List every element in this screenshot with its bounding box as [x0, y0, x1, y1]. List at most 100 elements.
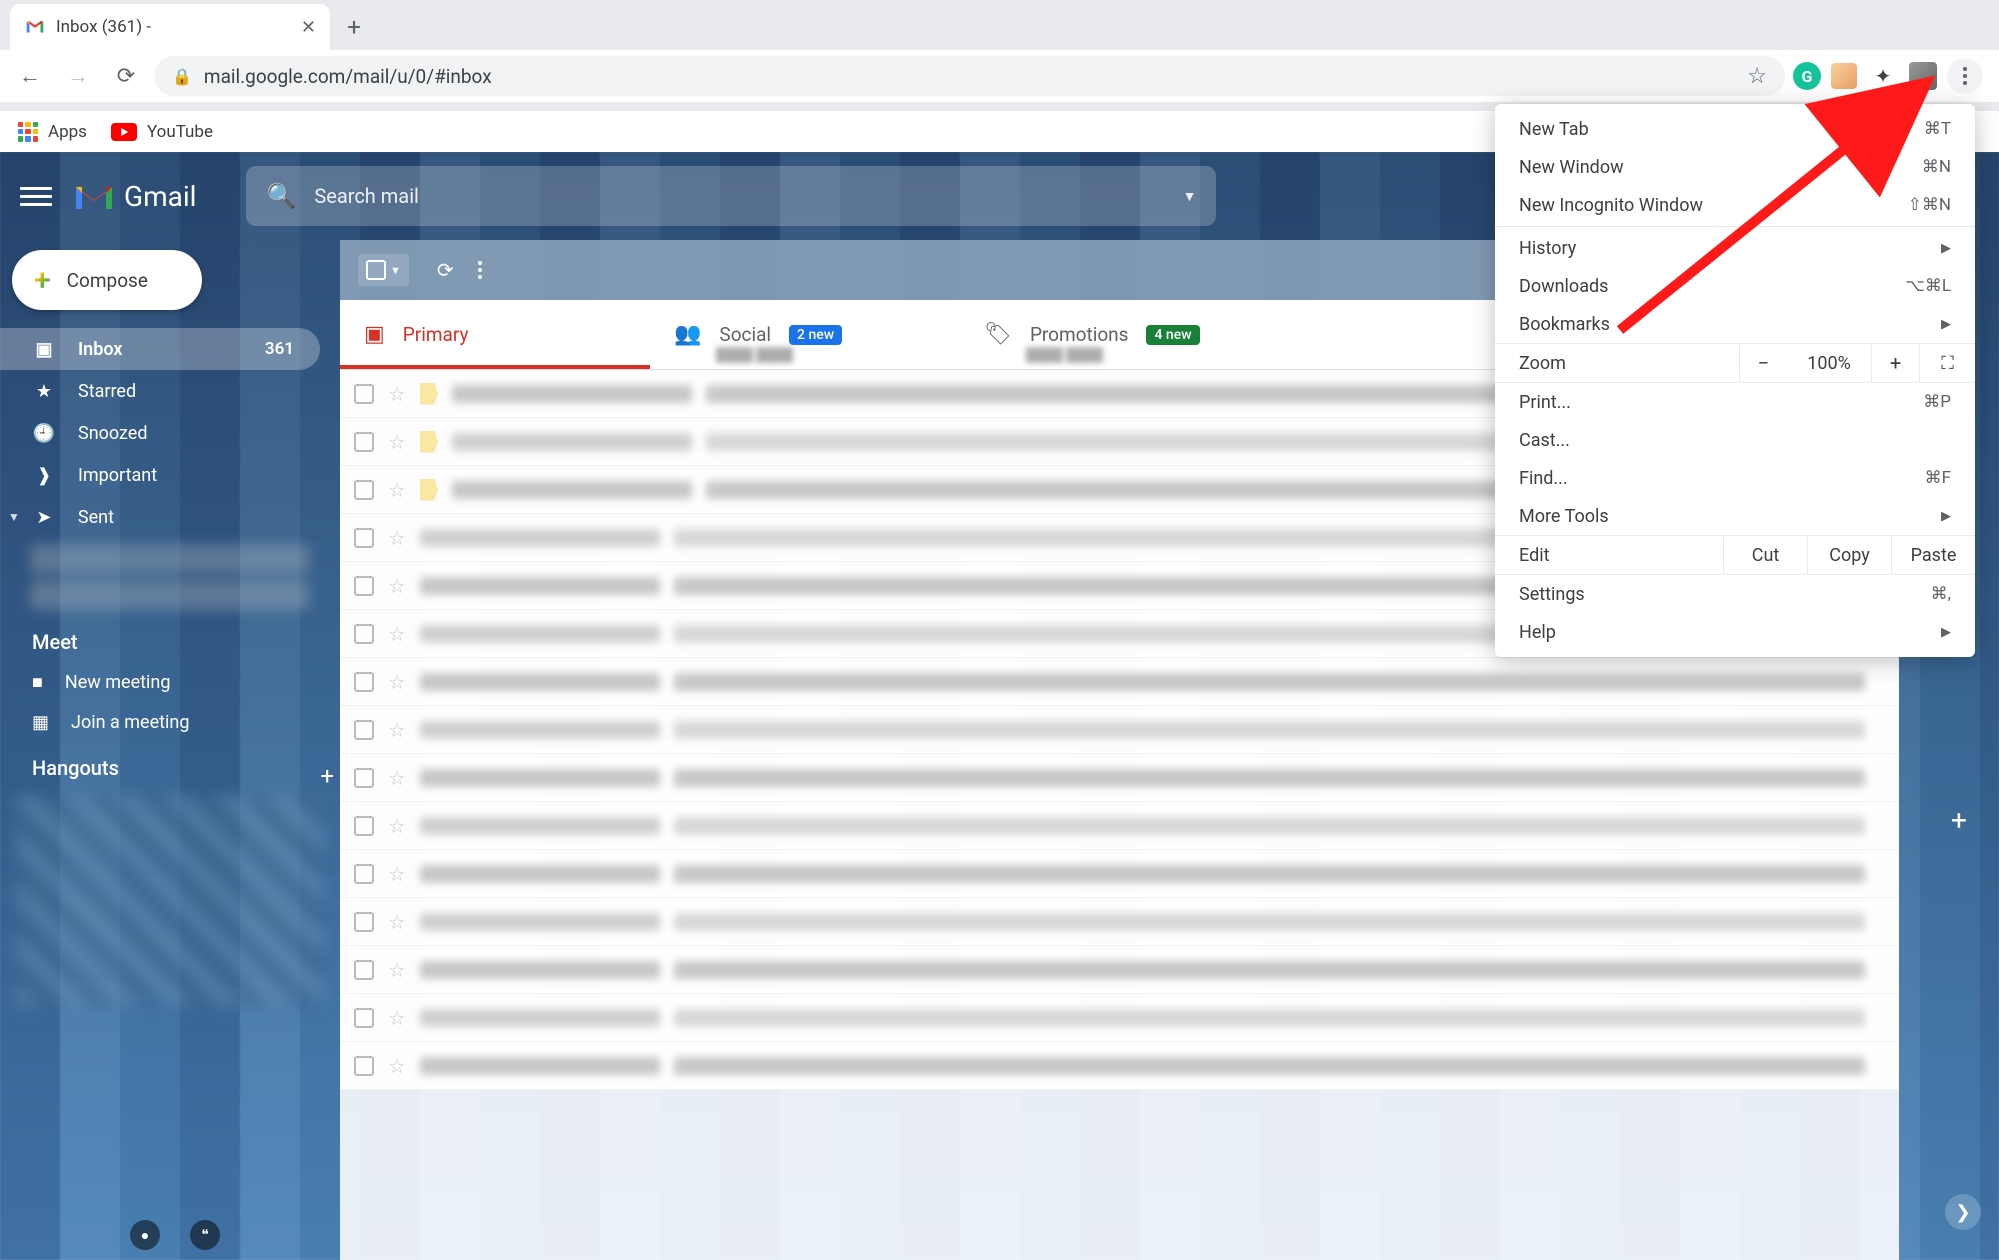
chevron-down-icon[interactable]: ▼ [390, 264, 401, 277]
menu-cast[interactable]: Cast... [1495, 421, 1975, 459]
sidebar-item-inbox[interactable]: ▣ Inbox 361 [0, 328, 320, 370]
star-icon[interactable]: ☆ [388, 1054, 406, 1078]
star-icon[interactable]: ☆ [388, 574, 406, 598]
menu-new-tab[interactable]: New Tab⌘T [1495, 110, 1975, 148]
sidebar-item-important[interactable]: ❱ Important [0, 454, 320, 496]
important-marker[interactable] [420, 479, 438, 501]
tab-social[interactable]: 👥 Social 2 new ████ ████ [650, 300, 960, 369]
menu-help[interactable]: Help▶ [1495, 613, 1975, 651]
zoom-in-button[interactable]: + [1871, 344, 1919, 382]
menu-bookmarks[interactable]: Bookmarks▶ [1495, 305, 1975, 343]
menu-find[interactable]: Find...⌘F [1495, 459, 1975, 497]
browser-tab[interactable]: Inbox (361) - ✕ [10, 4, 330, 50]
star-icon[interactable]: ☆ [388, 958, 406, 982]
star-icon[interactable]: ☆ [388, 478, 406, 502]
apps-bookmark[interactable]: Apps [18, 122, 87, 142]
row-checkbox[interactable] [354, 432, 374, 452]
reload-button[interactable]: ⟳ [106, 56, 146, 96]
star-icon[interactable]: ☆ [388, 766, 406, 790]
main-menu-icon[interactable] [20, 187, 52, 206]
contacts-pill-icon[interactable]: ● [130, 1220, 160, 1250]
gmail-logo[interactable]: Gmail [72, 179, 196, 213]
menu-new-window[interactable]: New Window⌘N [1495, 148, 1975, 186]
star-icon[interactable]: ☆ [388, 814, 406, 838]
star-icon[interactable]: ☆ [388, 1006, 406, 1030]
star-icon[interactable]: ☆ [388, 430, 406, 454]
hangouts-pill-icon[interactable]: ❝ [190, 1220, 220, 1250]
zoom-out-button[interactable]: − [1739, 344, 1787, 382]
back-button[interactable]: ← [10, 56, 50, 96]
star-icon[interactable]: ☆ [388, 862, 406, 886]
collapse-rail-icon[interactable]: ❯ [1945, 1194, 1981, 1230]
menu-paste[interactable]: Paste [1891, 536, 1975, 574]
row-checkbox[interactable] [354, 864, 374, 884]
more-icon[interactable] [478, 261, 482, 279]
close-icon[interactable]: ✕ [301, 17, 316, 38]
row-checkbox[interactable] [354, 576, 374, 596]
row-checkbox[interactable] [354, 1008, 374, 1028]
hangouts-add-icon[interactable]: + [320, 762, 334, 790]
chrome-menu-button[interactable] [1947, 58, 1983, 94]
row-checkbox[interactable] [354, 384, 374, 404]
refresh-icon[interactable]: ⟳ [437, 258, 454, 282]
mail-row[interactable]: ☆ [340, 946, 1899, 994]
addons-plus-icon[interactable]: + [1939, 800, 1979, 840]
sidebar-item-sent[interactable]: ➤ Sent [20, 496, 320, 538]
mail-row[interactable]: ☆ [340, 658, 1899, 706]
menu-new-incognito[interactable]: New Incognito Window⇧⌘N [1495, 186, 1975, 224]
mail-row[interactable]: ☆ [340, 706, 1899, 754]
mail-row[interactable]: ☆ [340, 754, 1899, 802]
star-icon[interactable]: ☆ [388, 718, 406, 742]
row-checkbox[interactable] [354, 1056, 374, 1076]
compose-button[interactable]: + Compose [12, 250, 202, 310]
row-checkbox[interactable] [354, 960, 374, 980]
new-tab-button[interactable]: + [336, 9, 372, 45]
extensions-puzzle-icon[interactable]: ✦ [1867, 60, 1899, 92]
row-checkbox[interactable] [354, 912, 374, 932]
important-marker[interactable] [420, 431, 438, 453]
menu-settings[interactable]: Settings⌘, [1495, 575, 1975, 613]
row-checkbox[interactable] [354, 768, 374, 788]
search-input[interactable] [314, 184, 1164, 208]
join-meeting-button[interactable]: ▦ Join a meeting [0, 702, 340, 742]
sidebar-item-starred[interactable]: ★ Starred [0, 370, 320, 412]
row-checkbox[interactable] [354, 624, 374, 644]
profile-avatar[interactable] [1909, 62, 1937, 90]
star-icon[interactable]: ☆ [1747, 64, 1767, 89]
mail-row[interactable]: ☆ [340, 802, 1899, 850]
sidebar-item-snoozed[interactable]: 🕘 Snoozed [0, 412, 320, 454]
menu-history[interactable]: History▶ [1495, 229, 1975, 267]
search-box[interactable]: 🔍 ▼ [246, 166, 1216, 226]
star-icon[interactable]: ☆ [388, 382, 406, 406]
star-icon[interactable]: ☆ [388, 622, 406, 646]
menu-print[interactable]: Print...⌘P [1495, 383, 1975, 421]
new-meeting-button[interactable]: ■ New meeting [0, 662, 340, 702]
mail-row[interactable]: ☆ [340, 898, 1899, 946]
row-checkbox[interactable] [354, 480, 374, 500]
row-checkbox[interactable] [354, 672, 374, 692]
star-icon[interactable]: ☆ [388, 526, 406, 550]
star-icon[interactable]: ☆ [388, 910, 406, 934]
tab-primary[interactable]: ▣ Primary [340, 300, 650, 369]
grammarly-extension-icon[interactable]: G [1793, 62, 1821, 90]
search-options-icon[interactable]: ▼ [1183, 188, 1197, 205]
row-checkbox[interactable] [354, 816, 374, 836]
menu-downloads[interactable]: Downloads⌥⌘L [1495, 267, 1975, 305]
mail-row[interactable]: ☆ [340, 994, 1899, 1042]
chevron-down-icon[interactable]: ▼ [0, 510, 20, 524]
fullscreen-icon[interactable]: ⛶ [1919, 344, 1975, 382]
menu-cut[interactable]: Cut [1723, 536, 1807, 574]
address-bar[interactable]: 🔒 mail.google.com/mail/u/0/#inbox ☆ [154, 56, 1785, 96]
mail-row[interactable]: ☆ [340, 1042, 1899, 1090]
mail-row[interactable]: ☆ [340, 850, 1899, 898]
star-icon[interactable]: ☆ [388, 670, 406, 694]
tab-promotions[interactable]: 🏷 Promotions 4 new ████ ████ [960, 300, 1270, 369]
select-all-checkbox[interactable]: ▼ [358, 254, 409, 286]
important-marker[interactable] [420, 383, 438, 405]
youtube-bookmark[interactable]: YouTube [111, 122, 213, 142]
row-checkbox[interactable] [354, 528, 374, 548]
forward-button[interactable]: → [58, 56, 98, 96]
row-checkbox[interactable] [354, 720, 374, 740]
menu-more-tools[interactable]: More Tools▶ [1495, 497, 1975, 535]
extension-icon[interactable] [1831, 63, 1857, 89]
